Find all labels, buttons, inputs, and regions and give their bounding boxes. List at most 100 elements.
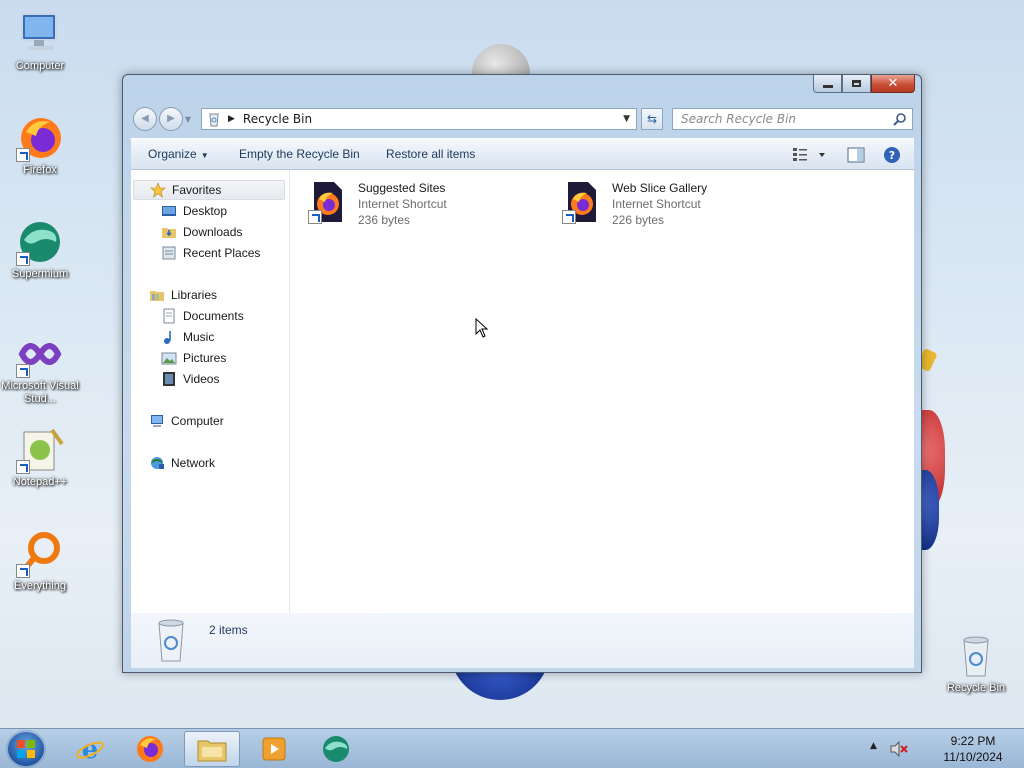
breadcrumb-item[interactable]: Recycle Bin: [243, 112, 312, 126]
minimize-button[interactable]: [813, 75, 842, 93]
help-button[interactable]: ?: [883, 146, 901, 168]
windows-logo-icon: [17, 740, 35, 758]
breadcrumb-separator-icon[interactable]: ▶: [228, 114, 235, 124]
desktop-icon-label: Firefox: [23, 164, 57, 176]
maximize-icon: [852, 80, 861, 87]
recycle-bin-icon: [209, 113, 219, 127]
taskbar-firefox[interactable]: [122, 731, 178, 767]
desktop-icon-notepadpp[interactable]: Notepad++: [0, 426, 80, 489]
forward-button[interactable]: ▶: [159, 107, 183, 131]
start-button[interactable]: [6, 730, 46, 768]
desktop-icon-label: Computer: [15, 60, 65, 72]
organize-button[interactable]: Organize ▼: [148, 139, 209, 170]
close-button[interactable]: ✕: [871, 75, 915, 93]
shortcut-arrow-icon: [16, 460, 30, 474]
taskbar-supermium[interactable]: [308, 731, 364, 767]
back-button[interactable]: ◀: [133, 107, 157, 131]
explorer-icon: [197, 740, 227, 762]
clock[interactable]: 9:22 PM 11/10/2024: [930, 733, 1016, 765]
refresh-icon: ⇆: [646, 112, 658, 126]
recent-pages-dropdown[interactable]: ▼: [185, 115, 191, 124]
nav-computer[interactable]: Computer: [149, 411, 224, 431]
empty-recycle-bin-button[interactable]: Empty the Recycle Bin: [239, 139, 360, 170]
internet-explorer-icon: e: [76, 735, 104, 764]
search-placeholder: Search Recycle Bin: [681, 112, 797, 126]
network-icon: [151, 457, 164, 469]
libraries-icon: [150, 291, 164, 301]
shortcut-arrow-icon: [16, 148, 30, 162]
nav-network[interactable]: Network: [149, 453, 215, 473]
desktop-icon-visual-studio[interactable]: Microsoft Visual Stud...: [0, 330, 80, 406]
nav-music[interactable]: Music: [161, 327, 214, 347]
restore-all-button[interactable]: Restore all items: [386, 139, 475, 170]
nav-desktop[interactable]: Desktop: [161, 201, 227, 221]
nav-recent-places[interactable]: Recent Places: [161, 243, 260, 263]
desktop-icon-firefox[interactable]: Firefox: [0, 114, 80, 177]
volume-muted-icon[interactable]: [890, 741, 908, 757]
caption-buttons: ✕: [813, 75, 915, 93]
svg-text:e: e: [82, 735, 99, 764]
search-icon[interactable]: [893, 112, 907, 126]
show-hidden-icons-button[interactable]: ▲: [870, 741, 877, 751]
back-arrow-icon: ◀: [141, 113, 149, 124]
shortcut-arrow-icon: [562, 210, 576, 224]
nav-videos[interactable]: Videos: [161, 369, 219, 389]
everything-icon: [16, 530, 64, 578]
shortcut-arrow-icon: [308, 210, 322, 224]
internet-shortcut-icon: [308, 180, 348, 224]
pictures-icon: [161, 352, 177, 365]
forward-arrow-icon: ▶: [167, 113, 175, 124]
content-area: Favorites Desktop Downloads Recent Place…: [131, 170, 914, 614]
file-name: Web Slice Gallery: [612, 181, 708, 195]
nav-label: Documents: [183, 309, 244, 323]
file-item[interactable]: Web Slice Gallery Internet Shortcut 226 …: [562, 180, 707, 232]
downloads-folder-icon: [162, 228, 176, 238]
star-icon: [150, 182, 166, 198]
nav-documents[interactable]: Documents: [161, 306, 244, 326]
desktop-icon-recycle-bin[interactable]: Recycle Bin: [936, 632, 1016, 695]
desktop-icon-supermium[interactable]: Supermium: [0, 218, 80, 281]
minimize-icon: [822, 85, 833, 88]
view-options-icon: [793, 148, 825, 161]
preview-pane-icon: [847, 147, 865, 163]
desktop-icon-label: Supermium: [11, 268, 69, 280]
desktop-icon-computer[interactable]: Computer: [0, 10, 80, 73]
media-player-icon: [262, 737, 286, 761]
file-type: Internet Shortcut: [358, 197, 447, 211]
mouse-cursor-icon: [475, 318, 489, 338]
desktop-icon-everything[interactable]: Everything: [0, 530, 80, 593]
music-icon: [164, 331, 171, 344]
computer-icon: [151, 415, 163, 427]
nav-favorites[interactable]: Favorites: [133, 180, 285, 200]
search-input[interactable]: Search Recycle Bin: [672, 108, 913, 130]
command-bar: Organize ▼ Empty the Recycle Bin Restore …: [131, 138, 914, 170]
file-list: Suggested Sites Internet Shortcut 236 by…: [290, 170, 914, 613]
nav-label: Pictures: [183, 351, 227, 365]
desktop-icon-label: Microsoft Visual Stud...: [1, 380, 79, 405]
file-item[interactable]: Suggested Sites Internet Shortcut 236 by…: [308, 180, 447, 232]
preview-pane-button[interactable]: [847, 147, 865, 167]
navigation-row: ◀ ▶ ▼ ▶ Recycle Bin ▼ ⇆ Search Recycle B…: [131, 107, 913, 133]
navigation-pane: Favorites Desktop Downloads Recent Place…: [131, 170, 290, 613]
desktop-icon-label: Recycle Bin: [946, 682, 1006, 694]
taskbar-media-player[interactable]: [246, 731, 302, 767]
shortcut-arrow-icon: [16, 564, 30, 578]
recent-places-icon: [162, 246, 176, 260]
internet-shortcut-icon: [562, 180, 602, 224]
shortcut-arrow-icon: [16, 364, 30, 378]
maximize-button[interactable]: [842, 75, 871, 93]
explorer-window[interactable]: ✕ ◀ ▶ ▼ ▶ Recycle Bin ▼ ⇆ Search Recycle…: [122, 74, 922, 673]
file-size: 236 bytes: [358, 213, 411, 227]
svg-text:?: ?: [889, 149, 895, 162]
taskbar-internet-explorer[interactable]: e: [62, 731, 118, 767]
address-bar[interactable]: ▶ Recycle Bin ▼: [201, 108, 637, 130]
nav-label: Libraries: [171, 288, 218, 302]
taskbar-explorer[interactable]: [184, 731, 240, 767]
nav-downloads[interactable]: Downloads: [161, 222, 242, 242]
refresh-button[interactable]: ⇆: [641, 108, 663, 130]
nav-pictures[interactable]: Pictures: [161, 348, 226, 368]
change-view-button[interactable]: [793, 147, 829, 167]
address-dropdown-icon[interactable]: ▼: [623, 114, 630, 124]
nav-libraries[interactable]: Libraries: [149, 285, 217, 305]
clock-time: 9:22 PM: [950, 734, 996, 748]
